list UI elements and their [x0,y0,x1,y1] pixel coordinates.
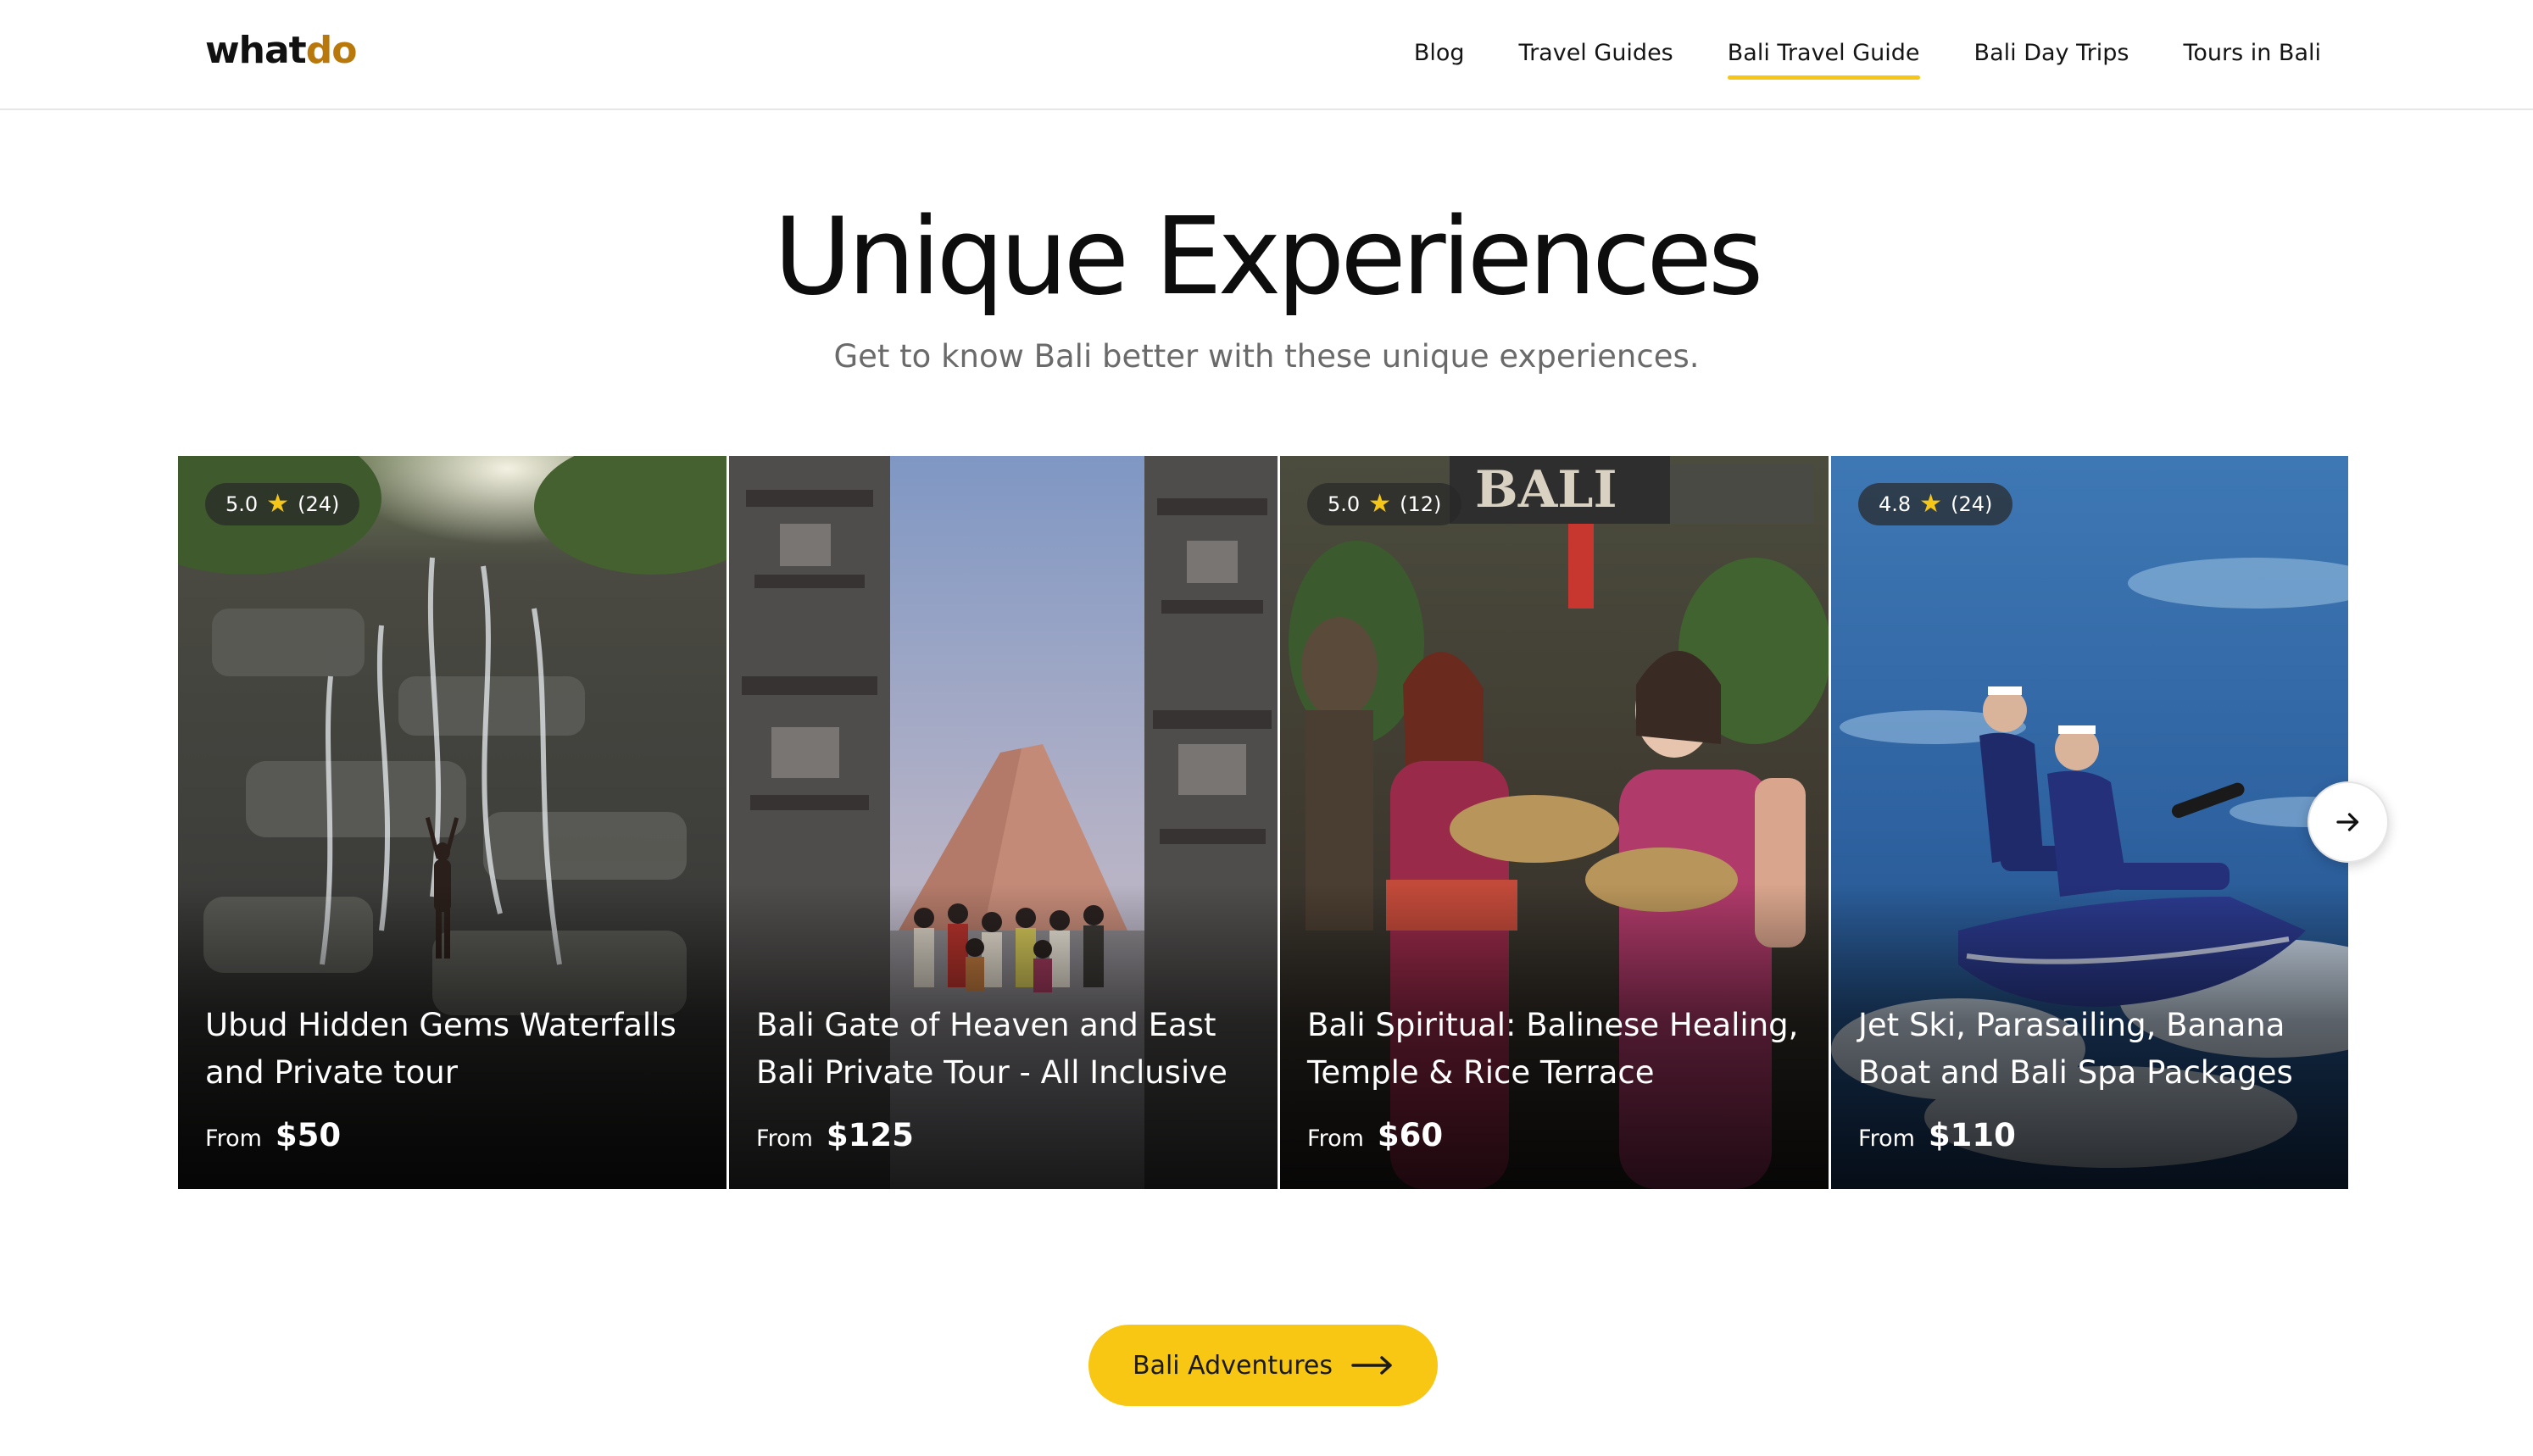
price-from-label: From [1858,1125,1915,1152]
experience-card[interactable]: BALI 5.0 ★ (12) Bali Spiritual: Balinese… [1280,456,1829,1189]
rating-value: 5.0 [1328,492,1361,516]
long-arrow-right-icon [1351,1356,1392,1375]
experiences-carousel: 5.0 ★ (24) Ubud Hidden Gems Waterfalls a… [178,456,2348,1189]
logo-text-do: do [305,29,358,72]
rating-badge: 5.0 ★ (12) [1307,483,1462,525]
price-from-label: From [756,1125,813,1152]
star-icon: ★ [1919,489,1943,519]
star-icon: ★ [266,489,290,519]
card-title[interactable]: Jet Ski, Parasailing, Banana Boat and Ba… [1858,1002,2348,1097]
bali-adventures-button[interactable]: Bali Adventures [1088,1325,1438,1406]
carousel-next-button[interactable] [2308,781,2389,863]
nav-bali-travel-guide[interactable]: Bali Travel Guide [1727,33,1920,80]
review-count: (12) [1400,492,1442,516]
logo[interactable]: whatdo [205,25,358,76]
price-amount: $50 [275,1117,342,1153]
logo-text-what: what [205,29,307,72]
nav-travel-guides[interactable]: Travel Guides [1519,33,1673,73]
card-title[interactable]: Ubud Hidden Gems Waterfalls and Private … [205,1002,710,1097]
rating-badge: 5.0 ★ (24) [205,483,360,525]
card-title[interactable]: Bali Gate of Heaven and East Bali Privat… [756,1002,1261,1097]
review-count: (24) [298,492,340,516]
cta-label: Bali Adventures [1133,1350,1333,1381]
review-count: (24) [1951,492,1993,516]
star-icon: ★ [1368,489,1392,519]
svg-text:BALI: BALI [1475,460,1617,520]
price-row: From $60 [1307,1117,1443,1153]
price-row: From $110 [1858,1117,2016,1153]
page-subtitle: Get to know Bali better with these uniqu… [833,338,1700,375]
experience-card[interactable]: 5.0 ★ (24) Ubud Hidden Gems Waterfalls a… [178,456,726,1189]
rating-value: 5.0 [225,492,259,516]
price-from-label: From [1307,1125,1364,1152]
price-amount: $125 [826,1117,914,1153]
site-header: whatdo Blog Travel Guides Bali Travel Gu… [0,0,2533,110]
card-title[interactable]: Bali Spiritual: Balinese Healing, Temple… [1307,1002,1812,1097]
experience-card[interactable]: Bali Gate of Heaven and East Bali Privat… [729,456,1278,1189]
price-from-label: From [205,1125,262,1152]
page-title: Unique Experiences [773,194,1764,319]
price-row: From $125 [756,1117,914,1153]
experience-card[interactable]: 4.8 ★ (24) Jet Ski, Parasailing, Banana … [1831,456,2348,1189]
rating-value: 4.8 [1879,492,1912,516]
nav-blog[interactable]: Blog [1414,33,1465,73]
price-amount: $60 [1377,1117,1444,1153]
rating-badge: 4.8 ★ (24) [1858,483,2013,525]
price-amount: $110 [1928,1117,2016,1153]
nav-tours-in-bali[interactable]: Tours in Bali [2183,33,2321,73]
price-row: From $50 [205,1117,341,1153]
nav-bali-day-trips[interactable]: Bali Day Trips [1974,33,2129,73]
main-nav: Blog Travel Guides Bali Travel Guide Bal… [1414,29,2321,80]
arrow-right-icon [2336,813,2359,831]
